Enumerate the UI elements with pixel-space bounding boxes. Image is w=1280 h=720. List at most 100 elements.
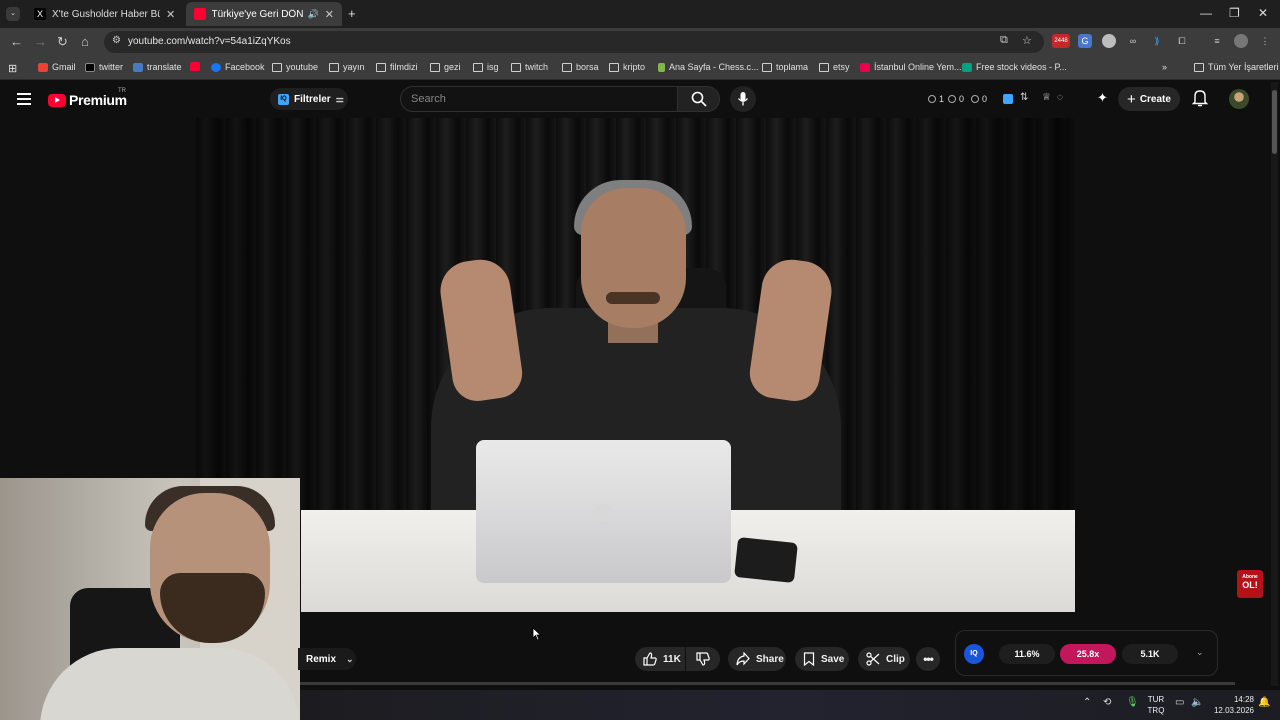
translate-extension-icon[interactable]: G — [1078, 34, 1092, 48]
install-app-icon[interactable]: ⧉ — [1000, 34, 1008, 47]
video-player[interactable] — [196, 118, 1075, 612]
bookmark-folder-filmdizi[interactable]: filmdizi — [376, 62, 418, 72]
show-hidden-icons-chevron[interactable]: ⌃ — [1083, 697, 1091, 708]
bookmark-all[interactable]: Tüm Yer İşaretleri — [1194, 62, 1279, 72]
save-button[interactable]: Save — [795, 647, 849, 671]
extension-icon[interactable] — [1102, 34, 1116, 48]
video-person-mustache — [606, 292, 660, 304]
gmail-icon — [38, 62, 48, 72]
apps-grid-icon[interactable]: ⊞ — [8, 62, 17, 75]
tab-youtube[interactable]: Türkiye'ye Geri DÖNDÜM! ( 🔊 ✕ — [186, 2, 342, 26]
scissors-icon — [866, 652, 880, 666]
video-phone — [734, 536, 798, 584]
folder-icon — [329, 62, 339, 72]
microphone-tray-icon[interactable]: 🎙 — [1126, 697, 1139, 708]
close-tab-icon[interactable]: ✕ — [325, 8, 334, 21]
reload-icon[interactable]: ↻ — [57, 34, 68, 50]
bookmark-folder-toplama[interactable]: toplama — [762, 62, 808, 72]
comment-icon[interactable]: ◌ — [1057, 92, 1063, 103]
search-input[interactable] — [401, 87, 661, 111]
iq-stats-panel: IQ 11.6% 25.8x 5.1K ⌄ — [955, 630, 1218, 676]
webcam-person-shirt — [40, 648, 300, 720]
url-text: youtube.com/watch?v=54a1iZqYKos — [128, 36, 291, 47]
bookmark-folder-borsa[interactable]: borsa — [562, 62, 599, 72]
clip-button[interactable]: Clip — [858, 647, 910, 671]
extensions-puzzle-icon[interactable]: ⧠ — [1175, 34, 1189, 48]
clock-icon — [928, 95, 936, 103]
bookmark-twitter[interactable]: twitter — [85, 62, 123, 72]
bookmark-folder-etsy[interactable]: etsy — [819, 62, 850, 72]
subscribe-watermark-badge[interactable]: Abone OL! — [1237, 570, 1263, 598]
input-language[interactable]: TUR TRQ — [1146, 694, 1166, 716]
sort-icon[interactable]: ⇅ — [1020, 92, 1028, 103]
bookmark-yemeksepeti[interactable]: İstanbul Online Yem... — [860, 62, 962, 72]
bookmark-star-icon[interactable]: ☆ — [1022, 34, 1032, 47]
like-button[interactable]: 11K — [635, 647, 685, 671]
extension-icon[interactable]: ∞ — [1126, 34, 1140, 48]
tab-list-dropdown-icon[interactable]: ⌄ — [6, 7, 20, 21]
search-box — [400, 86, 678, 112]
filters-button[interactable]: IQ Filtreler ⚌ — [270, 88, 348, 110]
menu-hamburger-icon[interactable] — [17, 93, 31, 105]
new-tab-button[interactable]: + — [348, 6, 356, 21]
tab-twitter[interactable]: X X'te Gusholder Haber Bülteni: " ✕ — [26, 2, 186, 26]
bookmark-gmail[interactable]: Gmail — [38, 62, 76, 72]
mouse-cursor-icon — [532, 627, 542, 641]
address-bar[interactable]: ⚙ youtube.com/watch?v=54a1iZqYKos ⧉ ☆ — [104, 31, 1044, 53]
media-control-icon[interactable]: ≡ — [1210, 34, 1224, 48]
bookmark-chess[interactable]: Ana Sayfa - Chess.c... — [658, 62, 759, 72]
page-scrollbar[interactable] — [1271, 82, 1278, 686]
bookmark-folder-youtube[interactable]: youtube — [272, 62, 318, 72]
webcam-overlay — [0, 478, 300, 720]
network-icon[interactable]: ▭ — [1175, 697, 1184, 708]
chevron-down-icon: ⌄ — [346, 653, 354, 664]
notification-center-icon[interactable]: 🔔 — [1258, 697, 1270, 708]
home-icon[interactable]: ⌂ — [81, 34, 89, 49]
site-info-icon[interactable]: ⚙ — [112, 35, 121, 46]
chevron-down-icon[interactable]: ⌄ — [1196, 647, 1204, 658]
x-icon: X — [34, 8, 46, 20]
bookmark-folder-gezi[interactable]: gezi — [430, 62, 461, 72]
youtube-premium-logo[interactable]: Premium TR — [48, 88, 127, 108]
create-button[interactable]: + Create — [1118, 87, 1180, 111]
more-actions-button[interactable]: ••• — [916, 647, 940, 671]
more-bookmarks-icon[interactable]: » — [1162, 62, 1167, 72]
restore-icon[interactable]: ❐ — [1229, 6, 1240, 20]
profile-avatar-icon[interactable] — [1234, 34, 1248, 48]
system-clock[interactable]: 14:28 12.03.2026 — [1210, 694, 1254, 716]
forward-icon[interactable]: → — [34, 34, 47, 49]
account-avatar[interactable] — [1229, 89, 1249, 109]
bookmark-youtube[interactable] — [190, 62, 204, 71]
voice-search-button[interactable] — [730, 86, 756, 112]
search-button[interactable] — [678, 86, 720, 112]
extension-icon[interactable]: ⟫ — [1150, 34, 1164, 48]
remix-button[interactable]: Remix ⌄ — [298, 648, 356, 670]
puzzle-icon[interactable]: ✦ — [1097, 90, 1108, 106]
scrollbar-thumb[interactable] — [1272, 90, 1277, 154]
bookmark-folder-twitch[interactable]: twitch — [511, 62, 548, 72]
translate-icon — [133, 62, 143, 72]
menu-kebab-icon[interactable]: ⋮ — [1258, 34, 1272, 48]
close-window-icon[interactable]: ✕ — [1258, 6, 1268, 20]
share-button[interactable]: Share — [728, 647, 786, 671]
bookmark-folder-yayin[interactable]: yayın — [329, 62, 365, 72]
speaker-icon[interactable]: 🔊 — [308, 9, 319, 20]
sync-icon[interactable]: ⟲ — [1103, 697, 1111, 708]
close-tab-icon[interactable]: ✕ — [166, 8, 175, 21]
bookmark-translate[interactable]: translate — [133, 62, 182, 72]
notifications-bell-icon[interactable] — [1191, 89, 1209, 112]
back-icon[interactable]: ← — [10, 34, 23, 49]
scroll-divider — [300, 682, 1235, 685]
trophy-icon[interactable]: ♕ — [1042, 92, 1051, 103]
bookmark-pexels[interactable]: Free stock videos - P... — [962, 62, 1067, 72]
bookmark-folder-kripto[interactable]: kripto — [609, 62, 645, 72]
bookmark-folder-isg[interactable]: isg — [473, 62, 499, 72]
volume-icon[interactable]: 🔈 — [1191, 697, 1203, 708]
bookmark-facebook[interactable]: Facebook — [211, 62, 265, 72]
dislike-button[interactable] — [686, 647, 720, 671]
minimize-icon[interactable]: — — [1200, 6, 1212, 20]
extension-badge-icon[interactable]: 2448 — [1052, 34, 1070, 48]
iq-extension-icon[interactable] — [1003, 94, 1013, 104]
folder-icon — [1194, 62, 1204, 72]
logo-country: TR — [118, 88, 126, 94]
